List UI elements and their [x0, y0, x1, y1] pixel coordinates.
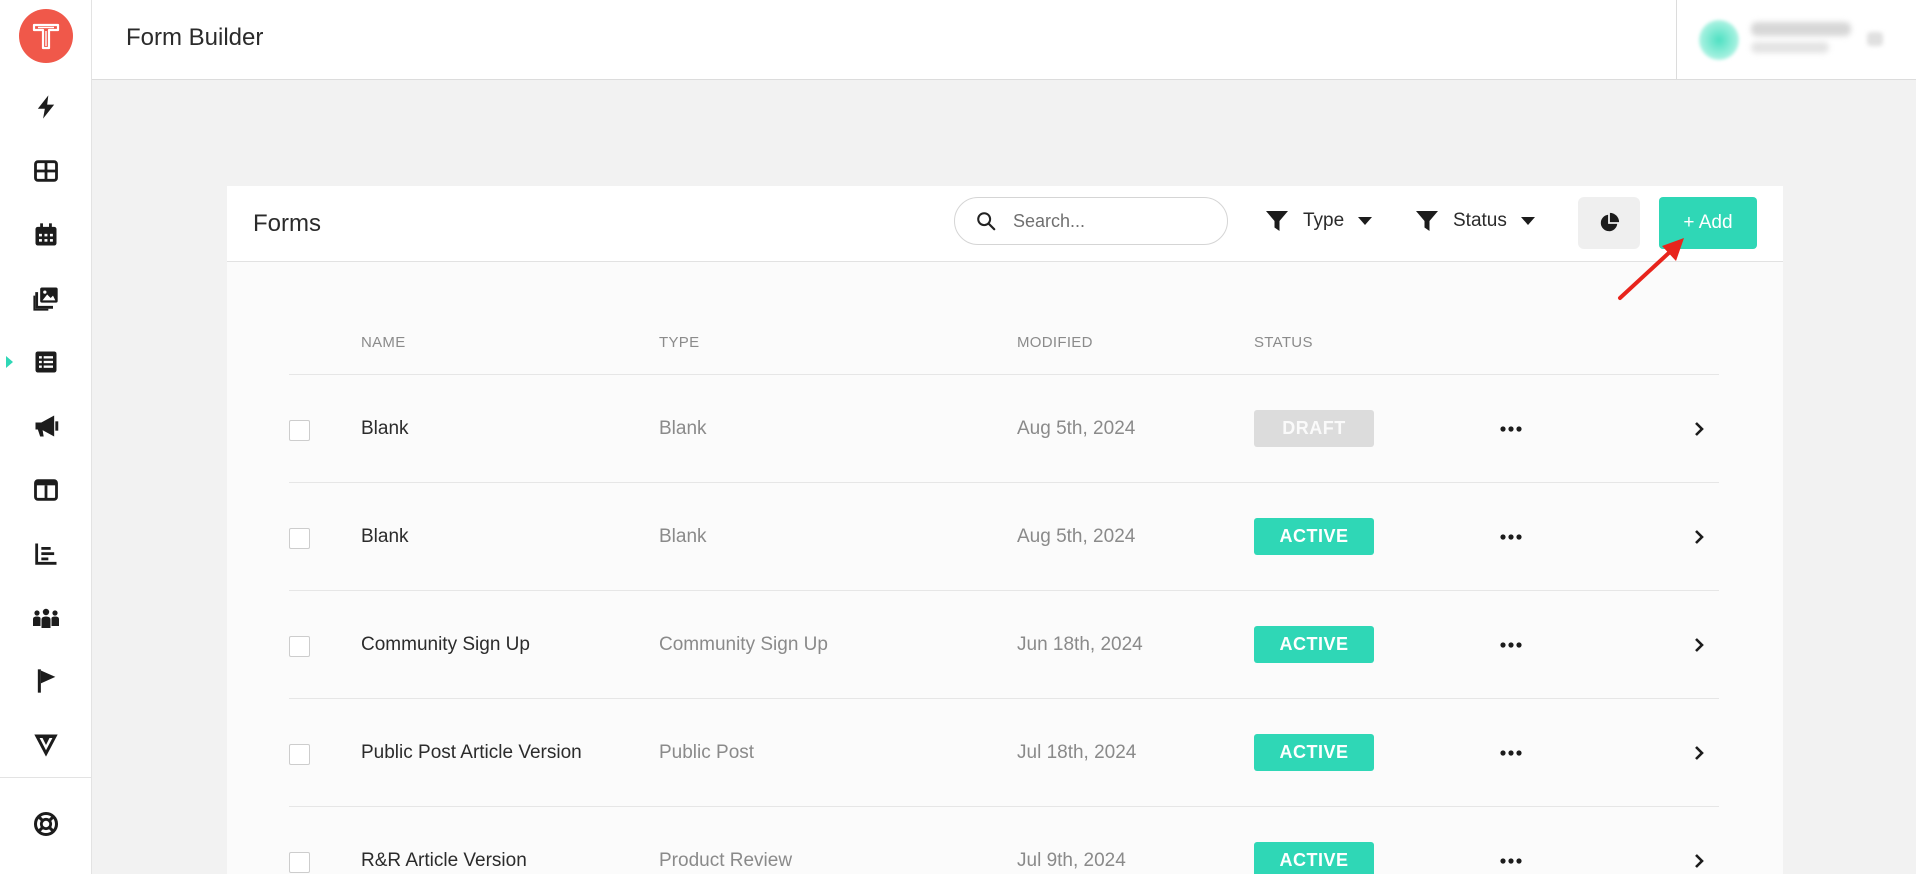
table-row[interactable]: R&R Article Version Product Review Jul 9…: [289, 806, 1719, 874]
chevron-right-icon[interactable]: [1689, 743, 1709, 763]
sidebar-divider: [0, 777, 92, 778]
row-modified: Aug 5th, 2024: [1017, 526, 1136, 547]
table-row[interactable]: Community Sign Up Community Sign Up Jun …: [289, 590, 1719, 698]
column-header-name[interactable]: NAME: [361, 334, 406, 351]
type-filter[interactable]: Type: [1265, 206, 1373, 236]
row-type: Product Review: [659, 850, 793, 871]
table-row[interactable]: Blank Blank Aug 5th, 2024 ACTIVE: [289, 482, 1719, 590]
flag-icon: [37, 669, 56, 693]
row-checkbox[interactable]: [289, 420, 310, 441]
annotation-arrow-icon: [1618, 238, 1684, 300]
table-row[interactable]: Public Post Article Version Public Post …: [289, 698, 1719, 806]
status-filter[interactable]: Status: [1415, 206, 1535, 236]
row-modified: Jul 9th, 2024: [1017, 850, 1126, 871]
avatar: [1699, 20, 1739, 60]
grid-icon: [34, 160, 58, 182]
row-name: Community Sign Up: [361, 634, 530, 655]
status-badge: ACTIVE: [1254, 518, 1374, 555]
chevron-right-icon[interactable]: [1689, 851, 1709, 871]
sidebar: [0, 0, 92, 874]
filter-icon: [1266, 211, 1288, 231]
user-subtitle-redacted: [1751, 42, 1829, 53]
lifebuoy-icon: [33, 811, 59, 837]
sidebar-item-forms[interactable]: [0, 338, 92, 386]
chevron-down-icon: [1358, 217, 1373, 225]
user-name-redacted: [1751, 22, 1851, 36]
user-menu[interactable]: [1676, 0, 1916, 80]
images-icon: [33, 287, 58, 311]
sidebar-item-calendar[interactable]: [0, 211, 92, 259]
row-checkbox[interactable]: [289, 744, 310, 765]
layout-icon: [34, 479, 58, 501]
sidebar-item-flags[interactable]: [0, 657, 92, 705]
sidebar-item-bolt[interactable]: [0, 83, 92, 131]
row-checkbox[interactable]: [289, 528, 310, 549]
search-icon: [977, 212, 996, 231]
status-badge: ACTIVE: [1254, 734, 1374, 771]
row-type: Blank: [659, 418, 707, 439]
row-checkbox[interactable]: [289, 852, 310, 873]
calendar-icon: [35, 223, 57, 246]
table-row[interactable]: Blank Blank Aug 5th, 2024 DRAFT: [289, 374, 1719, 482]
row-modified: Aug 5th, 2024: [1017, 418, 1136, 439]
row-name: R&R Article Version: [361, 850, 527, 871]
chevron-right-icon[interactable]: [1689, 527, 1709, 547]
sidebar-item-help[interactable]: [0, 800, 92, 848]
status-badge: DRAFT: [1254, 410, 1374, 447]
more-options-icon[interactable]: [1498, 851, 1524, 871]
bar-chart-icon: [35, 543, 57, 565]
top-header: Form Builder: [92, 0, 1916, 80]
megaphone-icon: [35, 415, 59, 437]
sidebar-item-layouts[interactable]: [0, 466, 92, 514]
sidebar-item-dashboard[interactable]: [0, 147, 92, 195]
search-input[interactable]: [1013, 210, 1203, 232]
column-header-status[interactable]: STATUS: [1254, 334, 1313, 351]
status-badge: ACTIVE: [1254, 626, 1374, 663]
more-options-icon[interactable]: [1498, 527, 1524, 547]
more-options-icon[interactable]: [1498, 635, 1524, 655]
sidebar-item-campaigns[interactable]: [0, 402, 92, 450]
sidebar-item-reports[interactable]: [0, 530, 92, 578]
chevron-down-icon: [1520, 217, 1535, 225]
filter-icon: [1416, 211, 1438, 231]
active-indicator: [6, 356, 13, 368]
type-filter-label: Type: [1303, 210, 1345, 231]
page-title: Form Builder: [126, 24, 264, 51]
row-type: Blank: [659, 526, 707, 547]
card-title: Forms: [253, 210, 321, 237]
row-name: Blank: [361, 418, 409, 439]
list-icon: [35, 351, 57, 373]
chevron-right-icon[interactable]: [1689, 419, 1709, 439]
row-type: Community Sign Up: [659, 634, 828, 655]
sidebar-item-users[interactable]: [0, 594, 92, 642]
row-checkbox[interactable]: [289, 636, 310, 657]
status-filter-label: Status: [1453, 210, 1507, 231]
row-name: Public Post Article Version: [361, 742, 582, 763]
sidebar-item-brand[interactable]: [0, 721, 92, 769]
forms-card: Forms Type Status + Add NAME: [227, 186, 1783, 874]
sidebar-item-media[interactable]: [0, 274, 92, 322]
more-options-icon[interactable]: [1498, 419, 1524, 439]
more-options-icon[interactable]: [1498, 743, 1524, 763]
column-header-modified[interactable]: MODIFIED: [1017, 334, 1093, 351]
user-menu-caret-icon: [1867, 32, 1883, 46]
column-header-type[interactable]: TYPE: [659, 334, 699, 351]
row-modified: Jun 18th, 2024: [1017, 634, 1143, 655]
card-toolbar: Forms Type Status + Add: [227, 186, 1783, 262]
row-type: Public Post: [659, 742, 755, 763]
row-name: Blank: [361, 526, 409, 547]
v-logo-icon: [34, 734, 58, 757]
row-modified: Jul 18th, 2024: [1017, 742, 1137, 763]
users-icon: [33, 608, 59, 628]
bolt-icon: [37, 95, 55, 119]
chevron-right-icon[interactable]: [1689, 635, 1709, 655]
logo-t-icon: [32, 23, 60, 50]
app-logo[interactable]: [19, 9, 73, 63]
status-badge: ACTIVE: [1254, 842, 1374, 874]
search-box[interactable]: [954, 197, 1228, 245]
